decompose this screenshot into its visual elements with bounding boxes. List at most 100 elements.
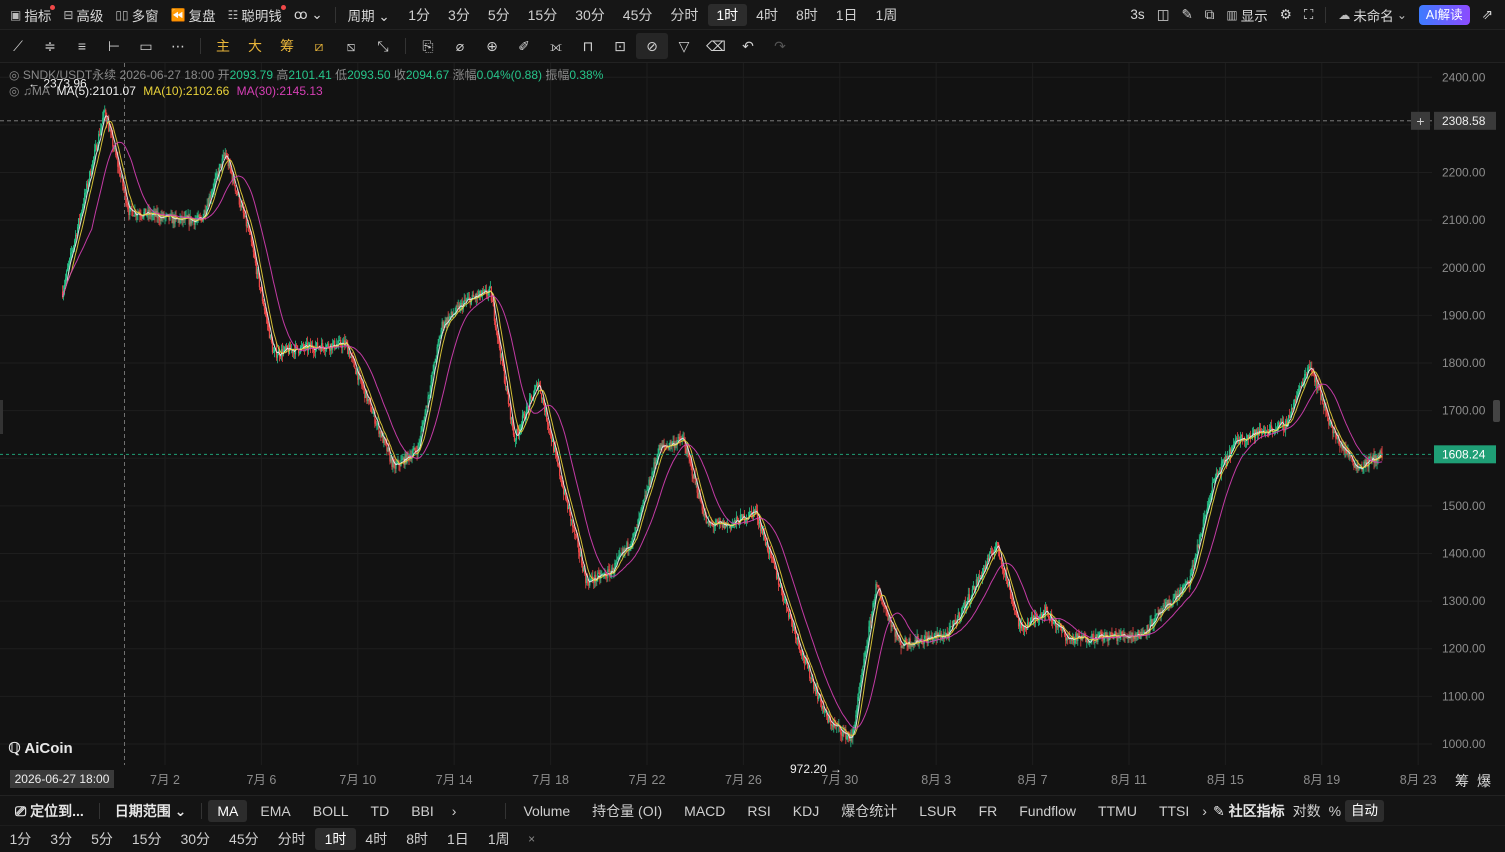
layout-name-dropdown[interactable]: ☁ 未命名 ⌄ [1332, 4, 1413, 26]
quick-period-tab-8[interactable]: 4时 [356, 828, 397, 850]
sub-indicator-tab-1[interactable]: 持仓量 (OI) [581, 800, 673, 822]
topbar-item-1[interactable]: ⊟ 高级 [57, 4, 109, 26]
quick-period-tab-5[interactable]: 45分 [220, 828, 269, 850]
signal-icon[interactable]: ⧄ [303, 33, 335, 59]
candle-body [1098, 633, 1100, 636]
main-force-icon[interactable]: 主 [207, 33, 239, 59]
quick-period-tab-10[interactable]: 1日 [438, 828, 479, 850]
sub-indicator-tab-3[interactable]: RSI [736, 800, 781, 822]
period-tab-7[interactable]: 1时 [707, 3, 747, 26]
refresh-interval[interactable]: 3s [1124, 4, 1150, 26]
ruler-icon[interactable]: ⌀ [444, 33, 476, 59]
main-indicator-tab-4[interactable]: BBI [402, 800, 443, 822]
date-range-dropdown[interactable]: 日期范围 ⌄ [106, 800, 196, 822]
main-indicators-more-icon[interactable]: › [443, 800, 466, 822]
ma-tag[interactable]: MA [32, 84, 49, 98]
period-tab-3[interactable]: 15分 [519, 4, 566, 26]
community-indicators-button[interactable]: ✎ 社区指标 [1209, 800, 1289, 822]
quick-period-tab-6[interactable]: 分时 [268, 828, 315, 850]
chip-icon[interactable]: 筹 [271, 33, 303, 59]
lock-icon[interactable]: ⊓ [572, 33, 604, 59]
sub-indicator-tab-6[interactable]: LSUR [908, 800, 967, 822]
period-tab-11[interactable]: 1周 [867, 4, 906, 26]
period-tab-6[interactable]: 分时 [662, 4, 707, 26]
display-button[interactable]: ▥ 显示 [1220, 4, 1273, 26]
sub-indicator-tab-8[interactable]: Fundflow [1008, 800, 1087, 822]
bookmark-icon[interactable]: ⎘ [412, 33, 444, 59]
candlestick-chart[interactable]: 1000.00 1100.00 1200.00 1300.00 1400.00 1500.… [0, 63, 1505, 795]
symbol-label[interactable]: SNDK/USDT永续 [23, 68, 116, 82]
fullscreen-icon[interactable]: ⛶ [1298, 4, 1319, 26]
main-indicator-tab-3[interactable]: TD [362, 800, 399, 822]
auto-pattern-icon[interactable]: ⧅ [335, 33, 367, 59]
main-indicator-tab-1[interactable]: EMA [251, 800, 299, 822]
log-scale-toggle[interactable]: 对数 [1289, 800, 1325, 822]
period-dropdown[interactable]: 周期 ⌄ [342, 4, 396, 26]
quick-period-tab-11[interactable]: 1周 [478, 828, 519, 850]
link-icon[interactable]: ⟗ [540, 33, 572, 59]
quick-period-tab-9[interactable]: 8时 [397, 828, 438, 850]
period-tab-10[interactable]: 1日 [827, 4, 866, 26]
auto-scale-toggle[interactable]: 自动 [1345, 799, 1385, 822]
quick-period-tab-0[interactable]: 1分 [0, 828, 41, 850]
redo-icon[interactable]: ↷ [764, 33, 796, 59]
sub-indicator-tab-0[interactable]: Volume [512, 800, 581, 822]
sub-indicator-tab-7[interactable]: FR [968, 800, 1009, 822]
trend-line-icon[interactable]: ⟋ [2, 33, 34, 59]
locate-button[interactable]: ⎚ 定位到... [6, 800, 93, 822]
sub-indicator-tab-5[interactable]: 爆仓统计 [830, 800, 908, 822]
period-tab-2[interactable]: 5分 [479, 4, 518, 26]
quick-period-tab-1[interactable]: 3分 [41, 828, 82, 850]
camera-icon[interactable]: ◫ [1151, 4, 1176, 26]
bell-icon[interactable]: ♫ [23, 84, 32, 98]
topbar-item-4[interactable]: ☷ 聪明钱 [222, 4, 288, 26]
sub-indicator-tab-10[interactable]: TTSI [1148, 800, 1200, 822]
edit-icon[interactable]: ✎ [1175, 4, 1198, 26]
quick-period-tab-3[interactable]: 15分 [122, 828, 171, 850]
main-indicator-tab-2[interactable]: BOLL [304, 800, 358, 822]
more-shapes-icon[interactable]: ⋯ [162, 33, 194, 59]
close-quick-bar-button[interactable]: × [519, 828, 544, 850]
period-tab-9[interactable]: 8时 [787, 4, 826, 26]
period-tab-8[interactable]: 4时 [748, 4, 787, 26]
period-tab-0[interactable]: 1分 [400, 4, 439, 26]
filter-icon[interactable]: ▽ [668, 33, 700, 59]
quick-period-tab-7[interactable]: 1时 [315, 828, 356, 850]
measure-icon[interactable]: ⤡ [367, 33, 399, 59]
zoom-in-icon[interactable]: ⊕ [476, 33, 508, 59]
quick-period-tab-4[interactable]: 30分 [171, 828, 220, 850]
main-indicator-tab-0[interactable]: MA [208, 799, 248, 822]
more-tools-dropdown[interactable]: ꝏ ⌄ [288, 4, 329, 26]
undo-icon[interactable]: ↶ [732, 33, 764, 59]
sub-indicator-tab-2[interactable]: MACD [673, 800, 736, 822]
period-tab-1[interactable]: 3分 [440, 4, 479, 26]
horizontal-lines-icon[interactable]: ≡ [66, 33, 98, 59]
quick-period-tab-2[interactable]: 5分 [82, 828, 123, 850]
ai-interpret-button[interactable]: AI解读 [1413, 4, 1476, 26]
topbar-item-0[interactable]: ▣ 指标 [4, 4, 57, 26]
settings-icon[interactable]: ⚙ [1274, 4, 1298, 26]
topbar-item-2[interactable]: ▯▯ 多窗 [109, 4, 164, 26]
eye-icon[interactable]: ◎ [9, 68, 19, 82]
big-order-icon[interactable]: 大 [239, 33, 271, 59]
candle-body [198, 215, 200, 217]
brush-icon[interactable]: ✐ [508, 33, 540, 59]
horizontal-ray-icon[interactable]: ⊢ [98, 33, 130, 59]
template-icon[interactable]: ⊡ [604, 33, 636, 59]
trash-icon[interactable]: ⌫ [700, 33, 732, 59]
sub-indicator-tab-9[interactable]: TTMU [1087, 800, 1148, 822]
sub-indicator-tab-4[interactable]: KDJ [782, 800, 830, 822]
candle-body [1164, 605, 1166, 607]
topbar-item-3[interactable]: ⏪ 复盘 [165, 4, 222, 26]
eye-icon[interactable]: ◎ [9, 84, 19, 98]
parallel-lines-icon[interactable]: ≑ [34, 33, 66, 59]
percent-scale-toggle[interactable]: % [1325, 800, 1345, 822]
trend-icon[interactable]: ⇗ [1476, 4, 1499, 26]
period-tab-4[interactable]: 30分 [567, 4, 614, 26]
y-tick-label: 2100.00 [1442, 213, 1486, 227]
period-tab-5[interactable]: 45分 [614, 4, 661, 26]
share-icon[interactable]: ⧉ [1199, 4, 1221, 26]
sub-indicators-more-icon[interactable]: › [1200, 800, 1209, 822]
magnet-icon[interactable]: ⊘ [636, 33, 668, 59]
rectangle-icon[interactable]: ▭ [130, 33, 162, 59]
